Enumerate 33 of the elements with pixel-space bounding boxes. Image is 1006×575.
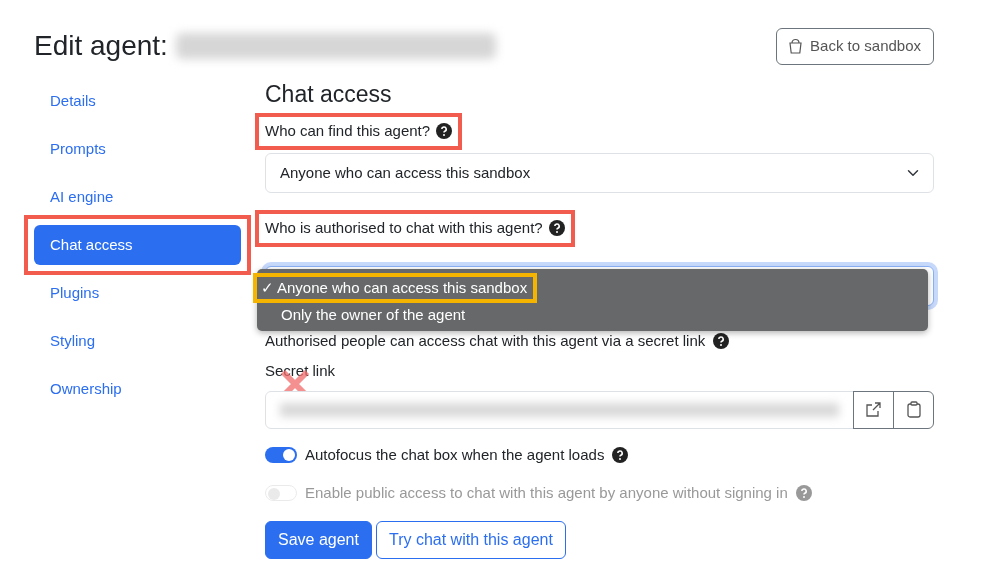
help-icon xyxy=(548,220,565,237)
sidebar-item[interactable]: AI engine xyxy=(34,176,241,217)
select-field[interactable]: Anyone who can access this sandbox xyxy=(265,152,934,194)
sidebar-item[interactable]: Details xyxy=(34,80,241,121)
help-icon xyxy=(612,446,629,463)
toggle-label: Autofocus the chat box when the agent loads xyxy=(305,444,605,465)
help-icon xyxy=(713,332,730,349)
field-label: Who is authorised to chat with this agent? xyxy=(265,218,543,239)
dropdown-option[interactable]: Only the owner of the agent xyxy=(257,302,476,327)
field-label: Secret link xyxy=(265,362,336,380)
sidebar-item[interactable]: Prompts xyxy=(34,128,241,169)
toggle-label: Enable public access to chat with this agent by anyone without signing in xyxy=(305,483,788,504)
help-icon xyxy=(436,123,453,140)
back-button[interactable]: Back to sandbox xyxy=(776,28,934,65)
link-field[interactable] xyxy=(265,390,854,429)
external-link-icon xyxy=(865,401,882,419)
field-label: Who can find this agent? xyxy=(265,121,431,142)
dropdown-option[interactable]: ✓ Anyone who can access this sandbox xyxy=(253,272,538,303)
try-chat-button[interactable]: Try chat with this agent xyxy=(375,520,566,559)
page-title: Edit agent: xyxy=(34,29,168,64)
toggle-switch[interactable] xyxy=(265,446,297,463)
sidebar-item[interactable]: Styling xyxy=(34,320,241,361)
section-heading: Chat access xyxy=(265,80,393,109)
clipboard-icon xyxy=(906,401,921,419)
help-text: Authorised people can access chat with this agent via a secret link xyxy=(265,330,706,351)
save-button[interactable]: Save agent xyxy=(265,520,372,559)
help-icon xyxy=(795,485,812,502)
sidebar-item[interactable]: Plugins xyxy=(34,272,241,313)
bucket-icon xyxy=(789,38,803,55)
open-link-button[interactable] xyxy=(853,390,894,429)
sidebar-item[interactable]: Chat access xyxy=(34,224,241,265)
sidebar-item[interactable]: Ownership xyxy=(34,368,241,409)
copy-button[interactable] xyxy=(893,390,934,429)
